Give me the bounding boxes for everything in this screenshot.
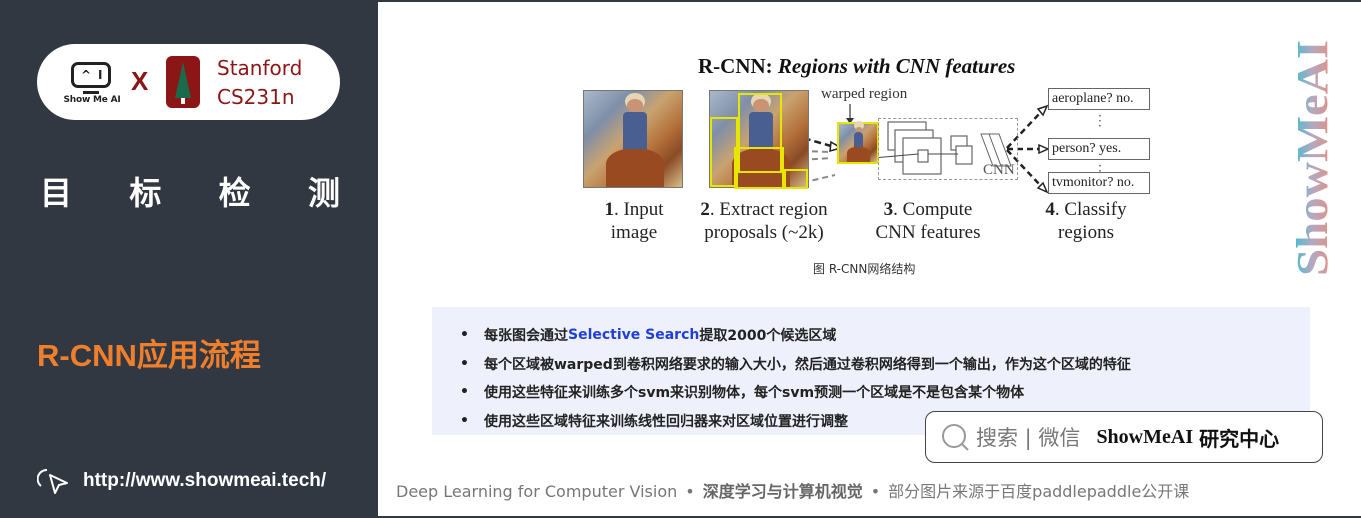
cursor-click-icon	[37, 468, 68, 494]
step-label: 1. Input image	[604, 199, 664, 243]
warped-region-image	[837, 122, 879, 164]
robot-eye-right: I	[98, 68, 103, 82]
bullet-text: 提取2000个候选区域	[699, 328, 837, 345]
search-hint: 搜索 | 微信	[976, 426, 1081, 450]
logo-banner: ^ I Show Me AI X Stanford CS231n	[37, 44, 340, 120]
footer-separator: •	[685, 482, 695, 501]
footer-separator: •	[870, 482, 881, 501]
class-output-box: aeroplane? no.	[1048, 88, 1150, 110]
proposal-box	[784, 169, 808, 189]
footer-source-note: 部分图片来源于百度paddlepaddle公开课	[888, 482, 1190, 501]
bullet-text: 使用这些区域特征来训练线性回归器来对区域位置进行调整	[484, 413, 848, 430]
topic-title-char: 测	[307, 174, 340, 212]
section-title: R-CNN应用流程	[37, 338, 261, 373]
figure-caption: 图 R-CNN网络结构	[813, 262, 916, 276]
slide-footer: Deep Learning for Computer Vision • 深度学习与计…	[396, 478, 1189, 502]
bullet-text: 使用这些特征来训练多个svm来识别物体，每个svm预测一个区域是不是包含某个物体	[484, 385, 1025, 402]
topic-title-char: 检	[218, 174, 251, 212]
showmeai-robot-icon: ^ I	[71, 62, 111, 88]
wechat-search-badge[interactable]: 搜索 | 微信 ShowMeAI 研究中心	[925, 411, 1323, 463]
bullet-marker: •	[460, 355, 469, 372]
footer-course-cn: 深度学习与计算机视觉	[702, 482, 863, 501]
stanford-course: Stanford CS231n	[217, 54, 302, 112]
proposal-box	[734, 147, 784, 189]
step-label: 4. Classify regions	[1045, 199, 1127, 243]
region-proposals-image	[709, 90, 809, 189]
robot-stand	[83, 91, 99, 94]
slide-content: R-CNN: Regions with CNN features warped …	[378, 2, 1361, 516]
collab-x: X	[131, 66, 149, 96]
website-url[interactable]: http://www.showmeai.tech/	[83, 470, 326, 492]
footer-course-en: Deep Learning for Computer Vision	[396, 482, 678, 501]
search-brand-cn: 研究中心	[1199, 426, 1280, 451]
sidebar: ^ I Show Me AI X Stanford CS231n 目 标 检 测…	[0, 0, 378, 518]
topic-title: 目 标 检 测	[40, 168, 340, 214]
warped-region-label: warped region	[821, 86, 908, 102]
input-image	[583, 90, 683, 188]
stanford-tree-icon	[166, 56, 200, 108]
bullet-marker: •	[460, 327, 469, 344]
showmeai-watermark: ShowMeAI	[1288, 40, 1337, 276]
stanford-name: Stanford	[217, 56, 303, 80]
class-output-box: tvmonitor? no.	[1048, 172, 1150, 194]
showmeai-logo-text: Show Me AI	[63, 95, 121, 105]
search-icon	[942, 424, 969, 451]
bullet-highlight: Selective Search	[568, 327, 700, 344]
step-label: 3. Compute CNN features	[875, 199, 981, 243]
bullet-item: • 使用这些特征来训练多个svm来识别物体，每个svm预测一个区域是不是包含某个…	[460, 378, 1310, 407]
robot-eye-left: ^	[81, 68, 92, 82]
rcnn-figure: R-CNN: Regions with CNN features warped …	[583, 50, 1153, 280]
course-code: CS231n	[217, 85, 295, 109]
bullet-marker: •	[460, 412, 469, 429]
bullet-text: 每张图会通过	[484, 328, 568, 345]
topic-title-char: 目	[40, 174, 73, 212]
website-link[interactable]: http://www.showmeai.tech/	[37, 466, 326, 496]
topic-title-char: 标	[129, 174, 162, 212]
bullet-text: 每个区域被warped到卷积网络要求的输入大小，然后通过卷积网络得到一个输出，作…	[484, 356, 1131, 373]
search-brand: ShowMeAI	[1096, 425, 1194, 448]
step-label: 2. Extract region proposals (~2k)	[700, 199, 828, 243]
bullet-marker: •	[460, 384, 469, 401]
showmeai-logo: ^ I Show Me AI	[59, 60, 125, 108]
bullet-item: • 每个区域被warped到卷积网络要求的输入大小，然后通过卷积网络得到一个输出…	[460, 350, 1310, 379]
vertical-dots: ···	[1098, 109, 1102, 133]
cnn-label: CNN	[983, 162, 1015, 178]
bullet-item: • 每张图会通过 Selective Search 提取2000个候选区域	[460, 321, 1310, 350]
class-output-box: person? yes.	[1048, 138, 1150, 160]
watermark-text: ShowMeAI	[1288, 40, 1337, 276]
